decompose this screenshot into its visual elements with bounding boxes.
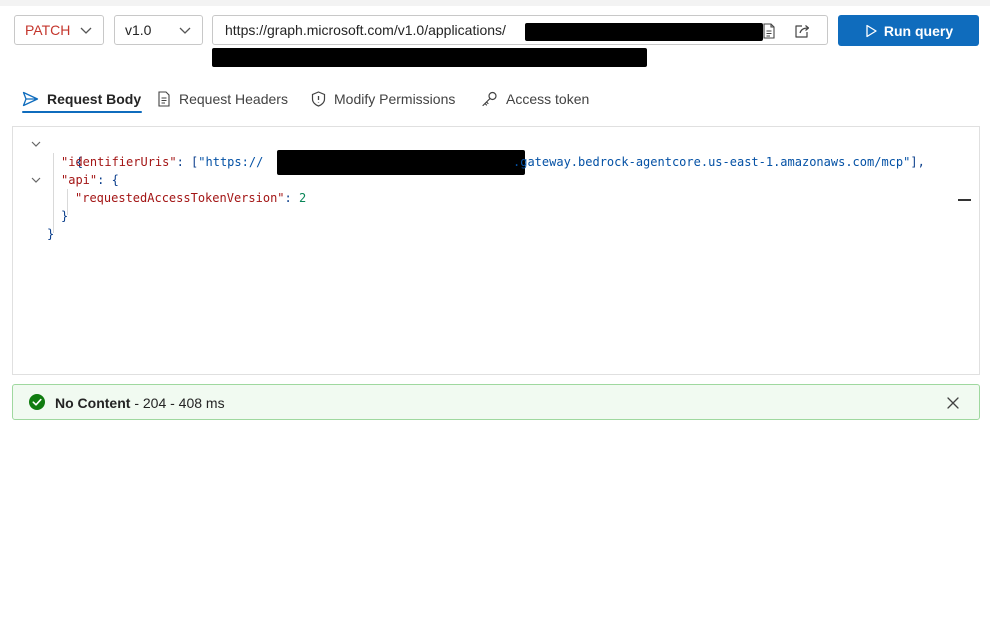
document-icon bbox=[158, 91, 170, 107]
key-icon bbox=[482, 91, 497, 107]
chevron-down-icon bbox=[179, 27, 191, 34]
json-brace: } bbox=[61, 209, 69, 223]
shield-icon bbox=[311, 91, 326, 107]
http-method-value: PATCH bbox=[25, 22, 71, 38]
tab-label: Request Body bbox=[47, 91, 142, 107]
redacted-block bbox=[212, 48, 647, 67]
redacted-block bbox=[277, 150, 525, 175]
send-icon bbox=[22, 91, 39, 107]
request-url-text: https://graph.microsoft.com/v1.0/applica… bbox=[225, 22, 506, 38]
http-method-dropdown[interactable]: PATCH bbox=[14, 15, 104, 45]
status-message: No Content - 204 - 408 ms bbox=[55, 395, 225, 411]
play-icon bbox=[866, 24, 877, 37]
tab-label: Request Headers bbox=[179, 91, 288, 107]
json-punctuation: : [ bbox=[176, 155, 199, 169]
tab-label: Modify Permissions bbox=[334, 91, 456, 107]
status-title: No Content bbox=[55, 395, 131, 411]
api-version-value: v1.0 bbox=[125, 22, 152, 38]
response-status-bar: No Content - 204 - 408 ms bbox=[12, 384, 980, 420]
fold-chevron-icon[interactable] bbox=[31, 139, 41, 149]
code-line: .gateway.bedrock-agentcore.us-east-1.ama… bbox=[513, 153, 925, 171]
json-number: 2 bbox=[298, 191, 307, 205]
run-query-label: Run query bbox=[883, 22, 954, 39]
status-detail: - 204 - 408 ms bbox=[130, 395, 225, 411]
code-line: "requestedAccessTokenVersion": 2 bbox=[75, 189, 306, 207]
request-body-editor[interactable]: { "identifierUris": ["https:// .gateway.… bbox=[12, 126, 980, 375]
json-brace: } bbox=[47, 227, 55, 241]
top-strip bbox=[0, 0, 990, 6]
json-key: "api" bbox=[61, 173, 98, 187]
code-line: "identifierUris": ["https:// bbox=[61, 153, 263, 171]
json-key: "requestedAccessTokenVersion" bbox=[75, 191, 285, 205]
fold-chevron-icon[interactable] bbox=[31, 175, 41, 185]
json-punctuation: ], bbox=[910, 155, 925, 169]
tab-access-token[interactable]: Access token bbox=[481, 86, 589, 112]
code-line: } bbox=[47, 225, 54, 243]
code-line: { bbox=[47, 135, 83, 169]
close-icon[interactable] bbox=[945, 395, 961, 411]
code-line: } bbox=[61, 207, 68, 225]
tab-modify-permissions[interactable]: Modify Permissions bbox=[311, 86, 455, 112]
tab-request-body[interactable]: Request Body bbox=[22, 86, 141, 112]
code-line: "api": { bbox=[61, 171, 119, 189]
share-icon[interactable] bbox=[793, 23, 811, 39]
active-tab-indicator bbox=[22, 111, 142, 113]
chevron-down-icon bbox=[80, 27, 92, 34]
document-icon[interactable] bbox=[762, 23, 776, 39]
json-punctuation: : { bbox=[97, 173, 119, 187]
minimap-indicator[interactable] bbox=[958, 199, 971, 201]
json-string: .gateway.bedrock-agentcore.us-east-1.ama… bbox=[513, 155, 911, 169]
redacted-block bbox=[525, 23, 763, 41]
json-key: "identifierUris" bbox=[61, 155, 177, 169]
checkmark-circle-icon bbox=[29, 394, 45, 410]
request-url-input[interactable]: https://graph.microsoft.com/v1.0/applica… bbox=[212, 15, 828, 45]
json-punctuation: : bbox=[284, 191, 299, 205]
api-version-dropdown[interactable]: v1.0 bbox=[114, 15, 203, 45]
json-string: "https:// bbox=[198, 155, 264, 169]
tab-label: Access token bbox=[506, 91, 590, 107]
tab-request-headers[interactable]: Request Headers bbox=[157, 86, 288, 112]
run-query-button[interactable]: Run query bbox=[838, 15, 979, 46]
